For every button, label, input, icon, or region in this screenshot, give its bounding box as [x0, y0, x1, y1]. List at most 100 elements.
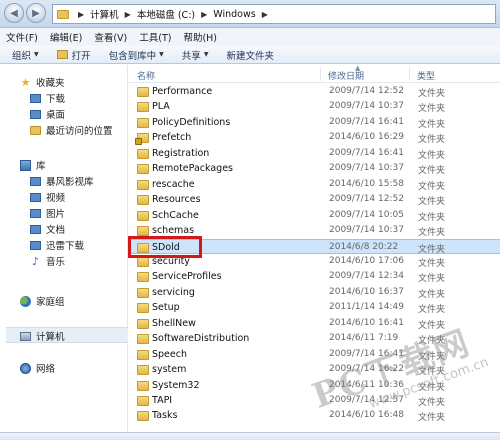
- file-name: schemas: [152, 225, 195, 237]
- menu-edit[interactable]: 编辑(E): [50, 30, 82, 44]
- file-row[interactable]: PLA 2009/7/14 10:37 文件夹: [129, 99, 500, 115]
- sidebar-item-pictures[interactable]: 图片: [30, 206, 65, 220]
- file-name: ServiceProfiles: [152, 271, 222, 283]
- file-date: 2011/1/14 14:49: [329, 302, 404, 313]
- sidebar-label: 下载: [46, 94, 66, 105]
- desktop-icon: [30, 109, 41, 119]
- sidebar-item-documents[interactable]: 文档: [30, 222, 65, 236]
- file-row[interactable]: servicing 2014/6/10 16:37 文件夹: [129, 285, 500, 301]
- sidebar-item-libraries[interactable]: 库: [20, 158, 46, 172]
- homegroup-icon: [20, 295, 31, 307]
- sidebar-item-computer[interactable]: 计算机: [20, 329, 65, 343]
- file-date: 2014/6/10 16:48: [329, 410, 404, 421]
- file-name: Performance: [152, 86, 213, 97]
- file-name: rescache: [152, 178, 195, 190]
- file-name: Registration: [152, 147, 210, 159]
- menu-view[interactable]: 查看(V): [94, 30, 127, 44]
- network-icon: [20, 362, 31, 374]
- organize-label: 组织: [12, 50, 32, 62]
- menu-file[interactable]: 文件(F): [6, 30, 38, 44]
- sidebar-item-favorites[interactable]: ★ 收藏夹: [20, 75, 65, 90]
- file-type: 文件夹: [418, 258, 446, 269]
- open-button[interactable]: 打开: [56, 48, 91, 62]
- sidebar-item-downloads[interactable]: 下载: [30, 91, 65, 105]
- folder-icon: [137, 349, 149, 360]
- sidebar-item-storm-video[interactable]: 暴风影视库: [30, 174, 94, 188]
- sidebar-item-homegroup[interactable]: 家庭组: [20, 294, 65, 308]
- dropdown-arrow-icon: ▼: [203, 51, 209, 58]
- file-type: 文件夹: [418, 289, 446, 300]
- folder-icon: [137, 102, 149, 113]
- sidebar-item-desktop[interactable]: 桌面: [30, 107, 65, 121]
- column-divider[interactable]: [320, 67, 321, 81]
- file-row[interactable]: Registration 2009/7/14 16:41 文件夹: [129, 146, 500, 162]
- column-name[interactable]: 名称: [137, 69, 155, 82]
- share-button[interactable]: 共享 ▼: [182, 48, 209, 62]
- file-date: 2014/6/10 16:41: [329, 317, 404, 328]
- chevron-right-icon[interactable]: ▶: [125, 10, 131, 19]
- folder-icon: [137, 256, 149, 267]
- file-type: 文件夹: [418, 104, 446, 115]
- file-row[interactable]: SchCache 2009/7/14 10:05 文件夹: [129, 208, 500, 224]
- file-type: 文件夹: [418, 119, 446, 130]
- file-type: 文件夹: [418, 89, 446, 99]
- new-folder-button[interactable]: 新建文件夹: [226, 48, 274, 62]
- breadcrumb-computer[interactable]: 计算机: [90, 7, 119, 21]
- menu-help[interactable]: 帮助(H): [183, 30, 217, 44]
- file-date: 2014/6/10 15:58: [329, 178, 404, 189]
- file-row[interactable]: Tasks 2014/6/10 16:48 文件夹: [129, 408, 500, 424]
- file-type: 文件夹: [418, 150, 446, 161]
- menu-tools[interactable]: 工具(T): [139, 30, 171, 44]
- sidebar-item-videos[interactable]: 视频: [30, 190, 65, 204]
- chevron-right-icon[interactable]: ▶: [262, 10, 268, 19]
- sidebar-label: 网络: [36, 364, 56, 375]
- file-type: 文件夹: [418, 228, 446, 239]
- menu-bar: 文件(F) 编辑(E) 查看(V) 工具(T) 帮助(H): [0, 28, 500, 46]
- back-button[interactable]: ◀: [4, 3, 24, 23]
- column-divider[interactable]: [409, 67, 410, 81]
- column-type[interactable]: 类型: [417, 69, 435, 82]
- open-label: 打开: [71, 50, 91, 62]
- file-date: 2009/7/14 16:41: [329, 116, 404, 127]
- file-date: 2014/6/10 17:06: [329, 255, 404, 266]
- breadcrumb-local-disk[interactable]: 本地磁盘 (C:): [137, 7, 195, 21]
- sidebar-item-network[interactable]: 网络: [20, 361, 55, 375]
- file-name: system: [152, 364, 187, 376]
- forward-button[interactable]: ▶: [26, 3, 46, 23]
- column-date[interactable]: 修改日期: [328, 69, 364, 82]
- file-row[interactable]: Performance 2009/7/14 12:52 文件夹: [129, 84, 500, 100]
- breadcrumb-windows[interactable]: Windows: [213, 9, 255, 20]
- file-row[interactable]: Prefetch 2014/6/10 16:29 文件夹: [129, 130, 500, 146]
- file-row[interactable]: Setup 2011/1/14 14:49 文件夹: [129, 300, 500, 316]
- breadcrumb: ▶ 计算机 ▶ 本地磁盘 (C:) ▶ Windows ▶: [72, 7, 274, 22]
- sidebar-item-music[interactable]: ♪ 音乐: [30, 254, 66, 269]
- organize-button[interactable]: 组织 ▼: [12, 48, 39, 62]
- file-row[interactable]: PolicyDefinitions 2009/7/14 16:41 文件夹: [129, 115, 500, 131]
- sidebar-item-recent[interactable]: 最近访问的位置: [30, 123, 113, 137]
- include-library-button[interactable]: 包含到库中 ▼: [109, 48, 164, 62]
- file-name: Prefetch: [152, 132, 192, 144]
- address-bar: ◀ ▶ ▶ 计算机 ▶ 本地磁盘 (C:) ▶ Windows ▶: [0, 0, 500, 28]
- sidebar-label: 音乐: [46, 257, 66, 268]
- sidebar-item-thunder[interactable]: 迅雷下载: [30, 238, 84, 252]
- recent-places-icon: [30, 125, 41, 135]
- folder-icon: [137, 287, 149, 298]
- forward-arrow-icon: ▶: [32, 7, 40, 19]
- file-name: Speech: [152, 348, 187, 360]
- file-row[interactable]: ServiceProfiles 2009/7/14 12:34 文件夹: [129, 269, 500, 285]
- file-type: 文件夹: [418, 244, 446, 255]
- file-row[interactable]: rescache 2014/6/10 15:58 文件夹: [129, 177, 500, 193]
- file-name: RemotePackages: [152, 163, 233, 175]
- folder-icon: [57, 9, 69, 19]
- file-name: System32: [152, 379, 200, 391]
- documents-icon: [30, 224, 41, 234]
- sidebar-label: 视频: [46, 193, 66, 204]
- file-date: 2009/7/14 16:41: [329, 147, 404, 158]
- file-row[interactable]: RemotePackages 2009/7/14 10:37 文件夹: [129, 161, 500, 177]
- navigation-pane: ★ 收藏夹 下载 桌面 最近访问的位置 库 暴风影视库 视频 图片 文档 迅雷下…: [0, 65, 128, 440]
- file-name: Resources: [152, 194, 201, 206]
- chevron-right-icon[interactable]: ▶: [201, 10, 207, 19]
- file-row[interactable]: Resources 2009/7/14 12:52 文件夹: [129, 192, 500, 208]
- music-icon: ♪: [31, 254, 40, 268]
- address-field[interactable]: ▶ 计算机 ▶ 本地磁盘 (C:) ▶ Windows ▶: [52, 4, 496, 24]
